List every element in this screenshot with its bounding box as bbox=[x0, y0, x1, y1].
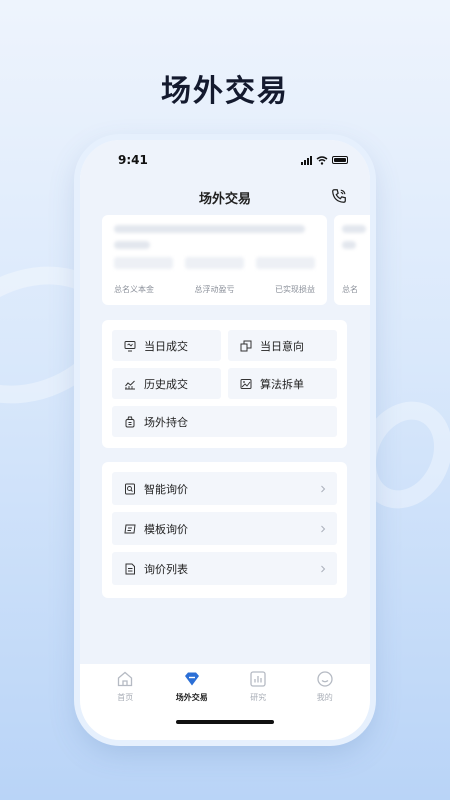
menu-label: 当日成交 bbox=[144, 339, 188, 353]
blurred-values bbox=[114, 257, 315, 269]
tab-label: 研究 bbox=[250, 693, 267, 702]
monitor-icon bbox=[124, 340, 136, 351]
wifi-icon bbox=[316, 155, 328, 165]
inquiry-label: 询价列表 bbox=[144, 562, 188, 576]
tab-label: 场外交易 bbox=[175, 693, 208, 702]
menu-otc-positions[interactable]: 场外持仓 bbox=[112, 406, 337, 437]
home-icon bbox=[118, 671, 133, 687]
blurred-text bbox=[114, 225, 305, 233]
menu-today-trades[interactable]: 当日成交 bbox=[112, 330, 221, 361]
tab-label: 我的 bbox=[316, 693, 333, 702]
menu-algo-split[interactable]: 算法拆单 bbox=[228, 368, 337, 399]
bottom-tab-bar: 首页 场外交易 研究 我的 bbox=[80, 664, 370, 740]
bar-chart-icon bbox=[250, 671, 266, 687]
search-doc-icon bbox=[125, 483, 135, 494]
phone-frame: 9:41 场外交易 总名义本金 总浮动盈亏 已实现损益 总名 当日成交 当日意向… bbox=[80, 140, 370, 740]
menu-label: 当日意向 bbox=[260, 339, 304, 353]
copy-icon bbox=[240, 340, 252, 351]
inquiry-list[interactable]: 询价列表 bbox=[112, 552, 337, 585]
chevron-right-icon bbox=[321, 485, 326, 492]
diamond-icon bbox=[184, 672, 199, 686]
inquiry-label: 模板询价 bbox=[144, 522, 188, 536]
inquiry-panel: 智能询价 模板询价 询价列表 bbox=[102, 462, 347, 598]
trade-menu-panel: 当日成交 当日意向 历史成交 算法拆单 场外持仓 bbox=[102, 320, 347, 448]
template-icon bbox=[124, 524, 136, 533]
status-time: 9:41 bbox=[118, 153, 148, 167]
home-indicator bbox=[176, 720, 274, 724]
signal-icon bbox=[301, 155, 312, 165]
list-doc-icon bbox=[125, 563, 135, 574]
battery-icon bbox=[332, 156, 348, 164]
summary-peek-label: 总名 bbox=[342, 285, 358, 294]
blurred-text bbox=[114, 241, 151, 249]
summary-card-next[interactable]: 总名 bbox=[334, 215, 370, 305]
menu-history-trades[interactable]: 历史成交 bbox=[112, 368, 221, 399]
status-bar: 9:41 bbox=[80, 140, 370, 180]
picture-icon bbox=[240, 378, 252, 389]
summary-labels: 总名义本金 总浮动盈亏 已实现损益 bbox=[114, 284, 315, 295]
menu-label: 历史成交 bbox=[144, 377, 188, 391]
nav-title: 场外交易 bbox=[198, 192, 251, 207]
page-headline: 场外交易 bbox=[161, 74, 289, 109]
status-icons bbox=[301, 155, 348, 165]
tab-mine[interactable]: 我的 bbox=[292, 670, 359, 740]
chart-line-icon bbox=[125, 380, 135, 389]
phone-call-icon[interactable] bbox=[330, 187, 348, 205]
chevron-right-icon bbox=[321, 525, 326, 532]
inquiry-label: 智能询价 bbox=[144, 482, 188, 496]
menu-today-intent[interactable]: 当日意向 bbox=[228, 330, 337, 361]
chevron-right-icon bbox=[321, 565, 326, 572]
blurred-text bbox=[342, 241, 357, 249]
tab-home[interactable]: 首页 bbox=[92, 670, 159, 740]
inquiry-smart[interactable]: 智能询价 bbox=[112, 472, 337, 505]
bag-icon bbox=[125, 416, 135, 427]
tab-otc-trading[interactable]: 场外交易 bbox=[159, 670, 226, 740]
menu-label: 场外持仓 bbox=[144, 415, 188, 429]
tab-research[interactable]: 研究 bbox=[225, 670, 292, 740]
tab-label: 首页 bbox=[117, 693, 134, 702]
menu-label: 算法拆单 bbox=[260, 377, 304, 391]
total-notional-label: 总名义本金 bbox=[114, 285, 154, 294]
summary-card[interactable]: 总名义本金 总浮动盈亏 已实现损益 bbox=[102, 215, 327, 305]
smile-icon bbox=[317, 671, 333, 687]
floating-pnl-label: 总浮动盈亏 bbox=[194, 285, 235, 294]
app-screen: 9:41 场外交易 总名义本金 总浮动盈亏 已实现损益 总名 当日成交 当日意向… bbox=[80, 140, 370, 740]
inquiry-template[interactable]: 模板询价 bbox=[112, 512, 337, 545]
blurred-text bbox=[342, 225, 366, 233]
realized-pnl-label: 已实现损益 bbox=[275, 285, 315, 294]
